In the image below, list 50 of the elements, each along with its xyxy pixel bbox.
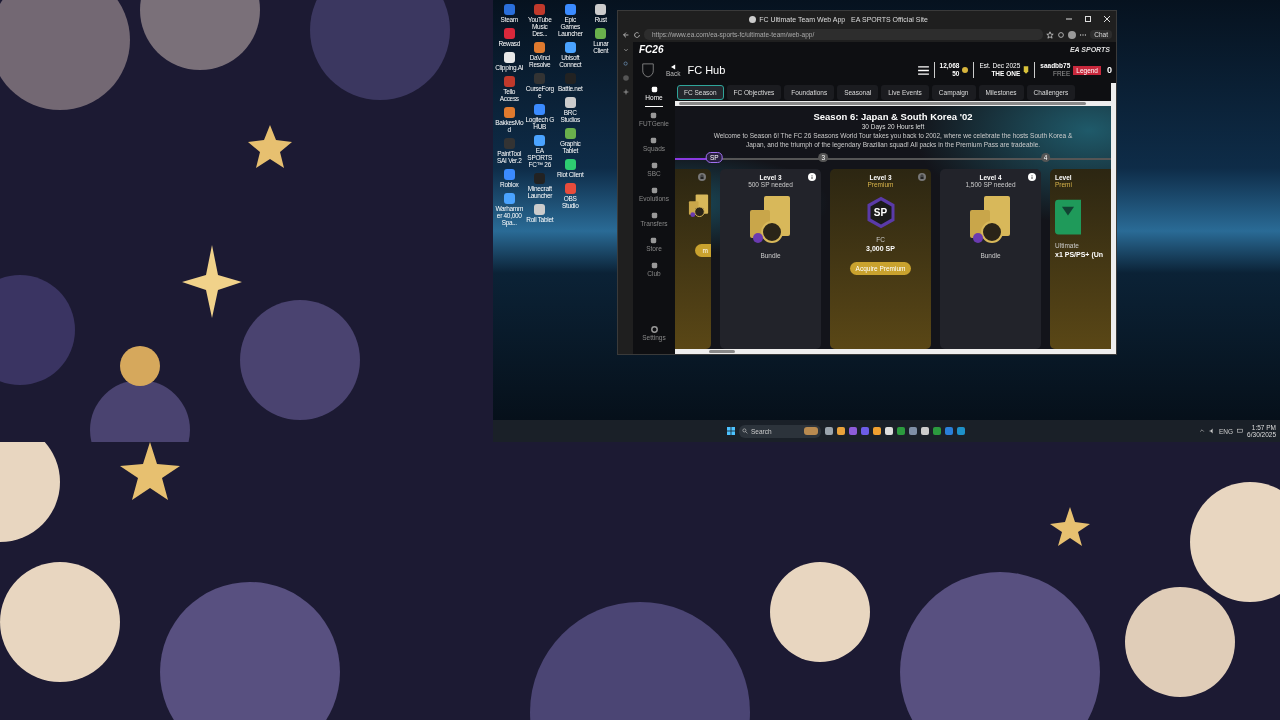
lock-icon [918,173,926,181]
game-logo: FC26 [639,44,664,55]
notification-count[interactable]: 0 [1107,65,1112,75]
maximize-icon[interactable] [1083,14,1093,24]
app-icon[interactable] [595,4,607,15]
nav-icon [649,136,659,145]
app-icon[interactable] [534,135,546,146]
plus-icon[interactable] [621,88,630,96]
app-icon[interactable] [534,42,546,53]
scrollbar[interactable] [675,349,1111,354]
profile-avatar[interactable] [1068,30,1077,39]
page-title: FC Hub [687,64,726,76]
nav-icon [649,211,659,220]
app-icon[interactable] [564,42,576,53]
speaker-icon[interactable] [1209,428,1215,434]
club-crest-icon [1023,65,1030,75]
chevron-icon[interactable] [621,46,630,54]
reload-icon[interactable] [633,30,641,39]
season-title: Season 6: Japan & South Korea '02 [813,111,973,122]
settings-icon [649,325,659,334]
windows-logo-icon[interactable] [727,427,735,435]
caret-icon[interactable] [1199,428,1205,434]
app-icon[interactable] [595,28,607,39]
app-icon[interactable] [564,97,576,108]
close-icon[interactable] [1102,14,1112,24]
scrollbar[interactable] [675,101,1111,106]
lock-icon [698,173,706,181]
shield-icon [641,62,655,78]
nav-icon [649,161,659,170]
app-icon[interactable] [503,52,515,63]
back-arrow-icon [670,63,676,70]
coin-icon [962,67,969,73]
search-highlight-picture [804,427,818,435]
network-icon[interactable] [1237,428,1244,434]
nav-icon [649,236,659,245]
points-badge: SP [865,196,896,229]
search-icon [742,428,748,434]
menu-icon[interactable] [917,65,929,75]
info-icon[interactable] [808,173,816,181]
search-icon[interactable] [621,60,630,68]
nav-icon [649,111,659,120]
back-arrow-icon[interactable] [622,30,630,39]
app-icon[interactable] [564,159,576,170]
scrollbar[interactable] [1111,83,1116,354]
nav-icon [649,186,659,195]
star-icon[interactable] [1046,30,1055,39]
app-icon[interactable] [564,128,576,139]
nav-icon [649,85,659,94]
nav-icon [649,261,659,270]
info-icon[interactable] [1028,173,1036,181]
